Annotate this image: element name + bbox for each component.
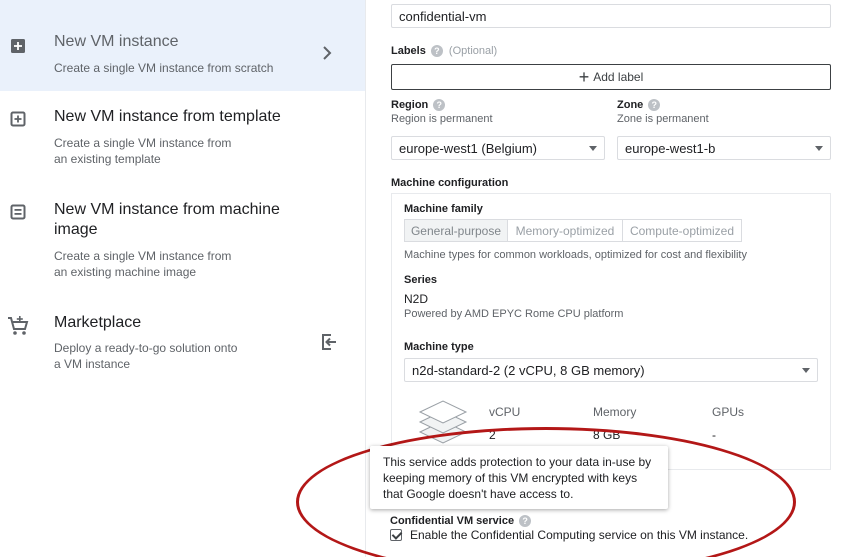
tooltip-line2: keeping memory of this VM encrypted with… <box>383 471 638 485</box>
zone-value: europe-west1-b <box>625 140 716 156</box>
add-box-icon <box>11 39 25 53</box>
create-options-panel: New VM instance Create a single VM insta… <box>0 0 365 557</box>
help-icon[interactable]: ? <box>433 99 446 112</box>
zone-label: Zone? <box>617 99 661 112</box>
option-title: New VM instance <box>54 33 179 50</box>
option-desc-line1: Create a single VM instance from <box>54 249 232 263</box>
tab-general-purpose[interactable]: General-purpose <box>404 219 508 242</box>
dropdown-arrow-icon <box>802 368 810 373</box>
machine-family-label: Machine family <box>404 203 483 215</box>
cart-icon <box>8 316 29 335</box>
machine-type-select[interactable]: n2d-standard-2 (2 vCPU, 8 GB memory) <box>404 358 818 382</box>
option-new-vm-from-machine-image[interactable]: New VM instance from machine image Creat… <box>0 182 365 292</box>
zone-sub: Zone is permanent <box>617 113 709 125</box>
confidential-checkbox[interactable] <box>390 529 402 541</box>
tab-compute-optimized[interactable]: Compute-optimized <box>622 219 742 242</box>
region-label: Region? <box>391 99 446 112</box>
region-label-text: Region <box>391 99 429 111</box>
option-new-vm-instance[interactable]: New VM instance Create a single VM insta… <box>0 0 365 91</box>
option-desc: Create a single VM instance from scratch <box>54 61 274 75</box>
collapse-panel-icon[interactable] <box>319 332 339 352</box>
option-desc-line2: an existing machine image <box>54 265 197 279</box>
tooltip-line1: This service adds protection to your dat… <box>383 455 652 469</box>
zone-label-text: Zone <box>617 99 644 111</box>
confidential-vm-label: Confidential VM service? <box>390 515 532 528</box>
region-sub: Region is permanent <box>391 113 493 125</box>
tab-memory-optimized[interactable]: Memory-optimized <box>507 219 623 242</box>
labels-label: Labels? (Optional) <box>391 45 498 58</box>
name-input[interactable]: confidential-vm <box>391 4 831 28</box>
machine-image-icon <box>10 204 26 220</box>
machine-type-value: n2d-standard-2 (2 vCPU, 8 GB memory) <box>412 362 645 378</box>
option-desc-line2: a VM instance <box>54 357 131 371</box>
machine-config-box: Machine family General-purpose Memory-op… <box>391 193 831 470</box>
series-label: Series <box>404 274 438 286</box>
help-icon[interactable]: ? <box>430 45 443 58</box>
vcpu-label: vCPU <box>489 405 521 419</box>
gpus-value: - <box>712 428 716 442</box>
confidential-vm-label-text: Confidential VM service <box>390 515 515 527</box>
confidential-checkbox-label[interactable]: Enable the Confidential Computing servic… <box>410 528 748 542</box>
option-marketplace[interactable]: Marketplace Deploy a ready-to-go solutio… <box>0 292 365 392</box>
help-icon[interactable]: ? <box>648 99 661 112</box>
series-value: N2D <box>404 292 429 306</box>
option-desc-line1: Create a single VM instance from <box>54 136 232 150</box>
help-icon[interactable]: ? <box>519 515 532 528</box>
option-new-vm-from-template[interactable]: New VM instance from template Create a s… <box>0 91 365 182</box>
plus-icon: + <box>578 67 590 87</box>
option-desc-line1: Deploy a ready-to-go solution onto <box>54 341 238 355</box>
family-desc: Machine types for common workloads, opti… <box>404 249 747 261</box>
memory-label: Memory <box>593 405 637 419</box>
option-title: Marketplace <box>54 314 142 331</box>
option-desc-line2: an existing template <box>54 152 161 166</box>
series-desc: Powered by AMD EPYC Rome CPU platform <box>404 308 624 320</box>
option-title-line1: New VM instance from machine <box>54 201 280 218</box>
tooltip-line3: that Google doesn't have access to. <box>383 487 574 501</box>
dropdown-arrow-icon <box>589 146 597 151</box>
gpus-label: GPUs <box>712 405 745 419</box>
zone-select[interactable]: europe-west1-b <box>617 136 831 160</box>
option-title-line2: image <box>54 221 98 238</box>
add-label-button[interactable]: + Add label <box>391 64 831 90</box>
confidential-tooltip: This service adds protection to your dat… <box>370 446 668 509</box>
add-box-outline-icon <box>10 111 26 127</box>
chevron-right-icon[interactable] <box>320 44 334 62</box>
machine-type-label: Machine type <box>404 341 474 353</box>
add-label-text: Add label <box>593 70 644 84</box>
dropdown-arrow-icon <box>815 146 823 151</box>
machine-config-label: Machine configuration <box>391 177 509 189</box>
option-title: New VM instance from template <box>54 108 281 125</box>
labels-label-text: Labels <box>391 45 426 57</box>
labels-optional: (Optional) <box>448 45 498 57</box>
region-select[interactable]: europe-west1 (Belgium) <box>391 136 605 160</box>
region-value: europe-west1 (Belgium) <box>399 140 538 156</box>
